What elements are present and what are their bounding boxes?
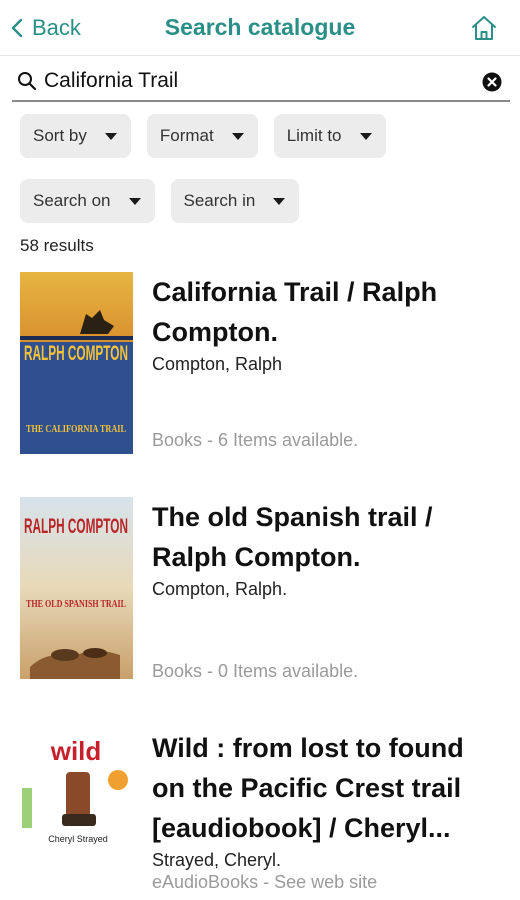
chevron-left-icon xyxy=(11,18,23,38)
result-info: California Trail / Ralph Compton. Compto… xyxy=(152,272,502,375)
result-item[interactable]: wild Cheryl Strayed Wild : from lost to … xyxy=(20,728,510,900)
cover-title-text: THE OLD SPANISH TRAIL xyxy=(26,598,126,610)
search-in-dropdown[interactable]: Search in xyxy=(170,179,300,223)
result-info: The old Spanish trail / Ralph Compton. C… xyxy=(152,497,502,600)
search-in-label: Search in xyxy=(183,191,256,210)
search-bar xyxy=(12,62,510,102)
caret-down-icon xyxy=(231,132,244,140)
cover-title-text: THE CALIFORNIA TRAIL xyxy=(26,423,126,435)
result-title: California Trail / Ralph Compton. xyxy=(152,277,438,347)
caret-down-icon xyxy=(104,132,117,140)
search-on-label: Search on xyxy=(33,191,111,210)
format-dropdown[interactable]: Format xyxy=(146,114,258,158)
book-cover: RALPH COMPTON THE OLD SPANISH TRAIL xyxy=(20,497,133,679)
back-label: Back xyxy=(32,15,81,40)
filter-row: Search on Search in xyxy=(20,179,510,223)
search-input[interactable] xyxy=(44,69,464,93)
cover-author-text: Cheryl Strayed xyxy=(48,834,108,844)
limit-to-dropdown[interactable]: Limit to xyxy=(273,114,386,158)
cover-author-text: RALPH COMPTON xyxy=(24,515,128,538)
filter-row: Sort by Format Limit to xyxy=(20,114,510,158)
result-info: Wild : from lost to found on the Pacific… xyxy=(152,728,502,871)
result-author: Compton, Ralph xyxy=(152,354,283,374)
book-cover: RALPH COMPTON THE CALIFORNIA TRAIL xyxy=(20,272,133,454)
cover-author-text: RALPH COMPTON xyxy=(24,342,128,365)
nav-bar: Back Search catalogue xyxy=(0,0,520,56)
results-count: 58 results xyxy=(20,236,94,255)
clear-icon[interactable] xyxy=(482,72,502,92)
book-cover: wild Cheryl Strayed xyxy=(20,728,133,858)
result-title: Wild : from lost to found on the Pacific… xyxy=(152,733,464,843)
caret-down-icon xyxy=(359,132,372,140)
home-icon[interactable] xyxy=(470,14,498,42)
result-author: Compton, Ralph. xyxy=(152,579,288,599)
back-button[interactable]: Back xyxy=(10,12,81,44)
caret-down-icon xyxy=(273,197,286,205)
result-item[interactable]: RALPH COMPTON THE OLD SPANISH TRAIL The … xyxy=(20,497,510,687)
search-icon xyxy=(18,72,37,91)
limit-to-label: Limit to xyxy=(286,126,342,145)
sort-by-label: Sort by xyxy=(33,126,87,145)
search-on-dropdown[interactable]: Search on xyxy=(20,179,155,223)
result-title: The old Spanish trail / Ralph Compton. xyxy=(152,502,433,572)
result-availability: eAudioBooks - See web site xyxy=(152,872,378,892)
result-item[interactable]: RALPH COMPTON THE CALIFORNIA TRAIL Calif… xyxy=(20,272,510,462)
result-availability: Books - 6 Items available. xyxy=(152,430,359,450)
sort-by-dropdown[interactable]: Sort by xyxy=(20,114,131,158)
result-availability: Books - 0 Items available. xyxy=(152,661,359,681)
format-label: Format xyxy=(159,126,214,145)
result-author: Strayed, Cheryl. xyxy=(152,850,282,870)
caret-down-icon xyxy=(128,197,141,205)
cover-title-text: wild xyxy=(50,736,102,766)
